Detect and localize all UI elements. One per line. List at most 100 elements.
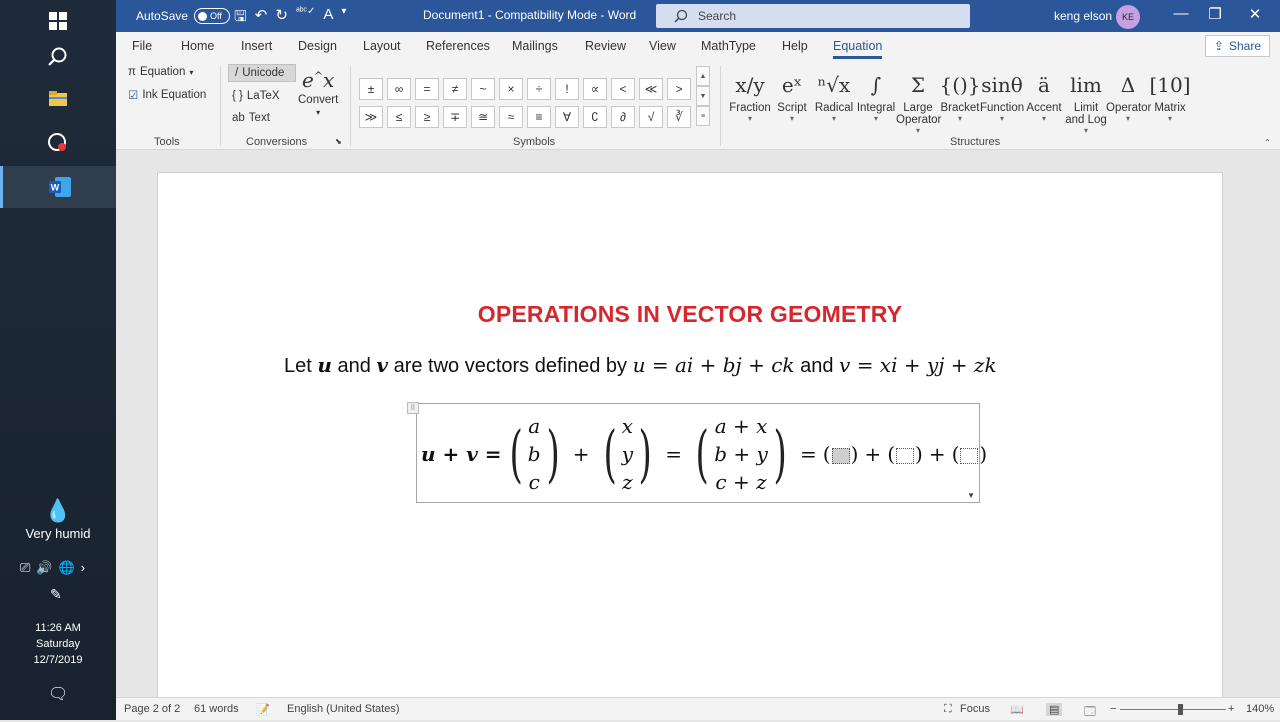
symbol-button[interactable]: × — [499, 78, 523, 100]
search-box[interactable]: Search — [656, 4, 970, 28]
minimize-icon[interactable]: — — [1166, 5, 1196, 22]
tab-file[interactable]: File — [132, 39, 152, 53]
placeholder-selected[interactable] — [831, 447, 850, 464]
customize-qat-icon[interactable]: ▾ — [341, 6, 346, 31]
equation-options-icon[interactable]: ▼ — [967, 491, 975, 500]
structure-function-button[interactable]: sinθ Function ▾ — [980, 68, 1024, 123]
symbol-button[interactable]: ≥ — [415, 106, 439, 128]
avatar[interactable]: KE — [1116, 5, 1140, 29]
convert-button[interactable]: e^x Convert ▾ — [298, 68, 338, 117]
undo-icon[interactable]: ↶ — [255, 6, 268, 31]
symbol-button[interactable]: ≈ — [499, 106, 523, 128]
equation-handle-icon[interactable]: ⠿ — [407, 402, 419, 414]
placeholder[interactable] — [896, 447, 914, 464]
tab-design[interactable]: Design — [298, 39, 337, 53]
restore-icon[interactable]: ❐ — [1200, 5, 1230, 23]
tab-review[interactable]: Review — [585, 39, 626, 53]
symbol-button[interactable]: ∛ — [667, 106, 691, 128]
autosave-toggle[interactable]: Off — [194, 8, 231, 24]
network-icon[interactable]: 🌐 — [59, 560, 75, 576]
symbol-button[interactable]: ≅ — [471, 106, 495, 128]
search-taskbar-button[interactable] — [0, 36, 116, 78]
placeholder-group-2[interactable]: () — [887, 442, 923, 466]
zoom-out-icon[interactable]: − — [1110, 703, 1116, 715]
symbols-scroll-up-icon[interactable]: ▲ — [696, 66, 710, 86]
symbol-button[interactable]: ∝ — [583, 78, 607, 100]
symbol-button[interactable]: ∂ — [611, 106, 635, 128]
web-layout-icon[interactable]: 🗔 — [1084, 703, 1096, 722]
structure-bracket-button[interactable]: {()} Bracket ▾ — [938, 68, 982, 123]
redo-icon[interactable]: ↻ — [275, 6, 288, 31]
close-icon[interactable]: ✕ — [1240, 5, 1270, 23]
print-layout-icon[interactable]: ▤ — [1046, 703, 1063, 716]
structure-integral-button[interactable]: ∫ Integral ▾ — [854, 68, 898, 123]
symbol-button[interactable]: ≠ — [443, 78, 467, 100]
equation-box[interactable]: ⠿ u + v = ( a b c ) + (x y z) = (a + … — [407, 402, 987, 503]
tab-view[interactable]: View — [649, 39, 676, 53]
autosave-control[interactable]: AutoSave Off — [136, 8, 231, 24]
placeholder-group-3[interactable]: () — [952, 442, 988, 466]
structure-limit-and-log-button[interactable]: lim Limit and Log ▾ — [1064, 68, 1108, 135]
meet-now-icon[interactable]: ⎚ — [20, 560, 30, 576]
word-count[interactable]: 61 words — [194, 703, 239, 715]
format-painter-icon[interactable]: A — [323, 6, 333, 31]
save-icon[interactable]: 🖫 — [234, 6, 247, 31]
zoom-slider[interactable] — [1120, 709, 1226, 710]
symbol-button[interactable]: < — [611, 78, 635, 100]
file-explorer-button[interactable] — [0, 78, 116, 120]
symbol-button[interactable]: ∓ — [443, 106, 467, 128]
structure-large-operator-button[interactable]: Σ Large Operator ▾ — [896, 68, 941, 135]
symbol-button[interactable]: ≡ — [527, 106, 551, 128]
placeholder-group-1[interactable]: () — [823, 442, 859, 466]
tab-mailings[interactable]: Mailings — [512, 39, 558, 53]
spelling-icon[interactable]: ᵃᵇᶜ✓ — [296, 6, 315, 31]
zoom-slider-knob[interactable] — [1178, 704, 1183, 715]
document-page[interactable]: OPERATIONS IN VECTOR GEOMETRY Let u and … — [157, 172, 1223, 697]
volume-icon[interactable]: 🔊 — [36, 560, 52, 576]
tab-help[interactable]: Help — [782, 39, 808, 53]
language-status[interactable]: English (United States) — [287, 703, 400, 715]
placeholder[interactable] — [960, 447, 979, 464]
unicode-option[interactable]: / Unicode — [228, 64, 296, 82]
recorder-app-button[interactable] — [0, 122, 116, 164]
zoom-level[interactable]: 140% — [1246, 703, 1274, 715]
weather-widget[interactable]: 💧 Very humid — [0, 498, 116, 541]
symbols-more-icon[interactable]: ≡ — [696, 106, 710, 126]
symbol-button[interactable]: ÷ — [527, 78, 551, 100]
symbol-button[interactable]: > — [667, 78, 691, 100]
page-count[interactable]: Page 2 of 2 — [124, 703, 180, 715]
symbol-button[interactable]: ! — [555, 78, 579, 100]
symbol-button[interactable]: ~ — [471, 78, 495, 100]
ink-equation-button[interactable]: ☑ Ink Equation — [128, 88, 206, 102]
tab-mathtype[interactable]: MathType — [701, 39, 756, 53]
tab-layout[interactable]: Layout — [363, 39, 401, 53]
structure-matrix-button[interactable]: [10] Matrix ▾ — [1148, 68, 1192, 123]
structure-script-button[interactable]: eˣ Script ▾ — [770, 68, 814, 123]
structure-fraction-button[interactable]: x/y Fraction ▾ — [728, 68, 772, 123]
taskbar-clock[interactable]: 11:26 AM Saturday 12/7/2019 — [0, 620, 116, 668]
focus-icon[interactable]: ⛶ — [944, 703, 952, 716]
read-mode-icon[interactable]: 📖 — [1010, 703, 1024, 716]
notification-icon[interactable]: 🗨 — [48, 684, 68, 704]
tab-references[interactable]: References — [426, 39, 490, 53]
symbol-button[interactable]: √ — [639, 106, 663, 128]
focus-label[interactable]: Focus — [960, 703, 990, 715]
pen-icon[interactable]: ✎ — [50, 586, 62, 603]
symbol-button[interactable]: ± — [359, 78, 383, 100]
structure-operator-button[interactable]: Δ Operator ▾ — [1106, 68, 1151, 123]
chevron-right-icon[interactable]: › — [81, 560, 85, 576]
collapse-ribbon-icon[interactable]: ⌃ — [1264, 138, 1271, 147]
symbol-button[interactable]: ∁ — [583, 106, 607, 128]
dialog-launcher-icon[interactable]: ⬊ — [335, 137, 342, 146]
zoom-in-icon[interactable]: + — [1228, 703, 1234, 715]
tab-equation[interactable]: Equation — [833, 39, 883, 59]
word-taskbar-button[interactable]: W — [0, 166, 116, 208]
latex-option[interactable]: { } LaTeX — [232, 90, 280, 102]
share-button[interactable]: ⇪ Share — [1204, 35, 1270, 57]
tab-insert[interactable]: Insert — [241, 39, 272, 53]
tab-home[interactable]: Home — [181, 39, 214, 53]
symbol-button[interactable]: ≫ — [359, 106, 383, 128]
equation-button[interactable]: π Equation ▾ — [128, 66, 193, 78]
symbol-button[interactable]: = — [415, 78, 439, 100]
symbol-button[interactable]: ∞ — [387, 78, 411, 100]
